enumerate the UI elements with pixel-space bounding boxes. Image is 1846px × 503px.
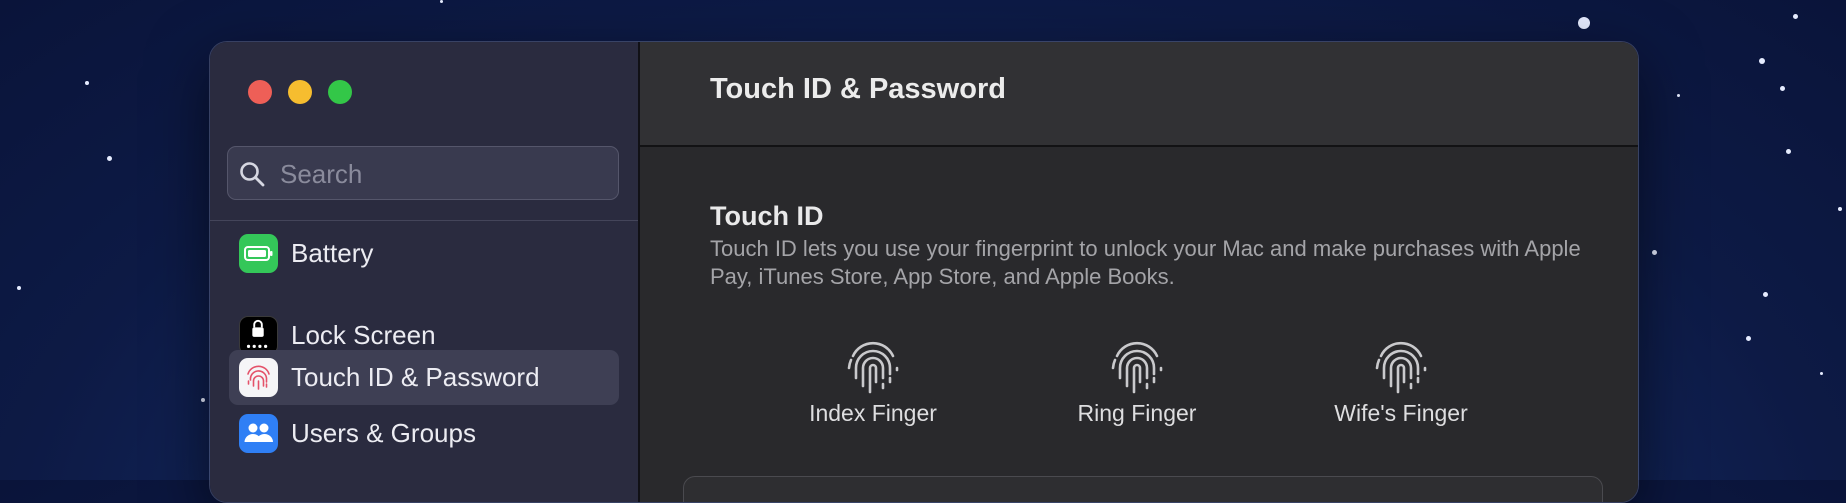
star xyxy=(201,398,205,402)
star xyxy=(1763,292,1768,297)
sidebar-divider xyxy=(210,220,638,221)
star xyxy=(1746,336,1751,341)
fingerprint-icon xyxy=(847,341,899,394)
fingerprint-icon xyxy=(239,358,278,397)
search-field[interactable] xyxy=(227,146,619,200)
sidebar-item-battery[interactable]: Battery xyxy=(229,226,619,281)
star xyxy=(1677,94,1680,97)
fingerprint-icon xyxy=(1375,341,1427,394)
settings-group-card xyxy=(683,476,1603,502)
star xyxy=(440,0,443,3)
main-pane: Touch ID & Password Touch ID Touch ID le… xyxy=(640,42,1638,502)
sidebar-item-label: Battery xyxy=(291,238,374,268)
finger-item-ring[interactable]: Ring Finger xyxy=(1027,334,1247,434)
sidebar-item-users-groups[interactable]: Users & Groups xyxy=(229,406,619,461)
sidebar-item-label: Lock Screen xyxy=(291,320,436,350)
users-icon xyxy=(239,414,278,453)
finger-label: Ring Finger xyxy=(1077,400,1197,426)
star xyxy=(1578,17,1590,29)
star xyxy=(1793,14,1798,19)
star xyxy=(1652,250,1657,255)
sidebar-item-touch-id-password[interactable]: Touch ID & Password xyxy=(229,350,619,405)
finger-label: Index Finger xyxy=(809,400,937,426)
finger-label: Wife's Finger xyxy=(1334,400,1468,426)
star xyxy=(1780,86,1785,91)
fingerprint-icon xyxy=(1111,341,1163,394)
search-icon xyxy=(240,162,265,187)
minimize-button[interactable] xyxy=(288,80,312,104)
star xyxy=(1759,58,1765,64)
star xyxy=(17,286,21,290)
sidebar: Battery Lock Screen xyxy=(210,42,638,502)
star xyxy=(1786,149,1791,154)
finger-item-index[interactable]: Index Finger xyxy=(763,334,983,434)
close-button[interactable] xyxy=(248,80,272,104)
page-title: Touch ID & Password xyxy=(710,73,1006,105)
settings-window: Battery Lock Screen xyxy=(209,41,1639,503)
battery-icon xyxy=(239,234,278,273)
sidebar-item-label: Touch ID & Password xyxy=(291,362,540,392)
section-description: Touch ID lets you use your fingerprint t… xyxy=(710,236,1581,289)
star xyxy=(85,81,89,85)
search-input[interactable] xyxy=(278,155,602,193)
star xyxy=(1820,372,1823,375)
star xyxy=(1838,207,1842,211)
star xyxy=(107,156,112,161)
sidebar-item-label: Users & Groups xyxy=(291,418,476,448)
section-title: Touch ID xyxy=(710,201,824,231)
titlebar: Touch ID & Password xyxy=(640,42,1638,147)
zoom-button[interactable] xyxy=(328,80,352,104)
finger-item-wifes[interactable]: Wife's Finger xyxy=(1291,334,1511,434)
